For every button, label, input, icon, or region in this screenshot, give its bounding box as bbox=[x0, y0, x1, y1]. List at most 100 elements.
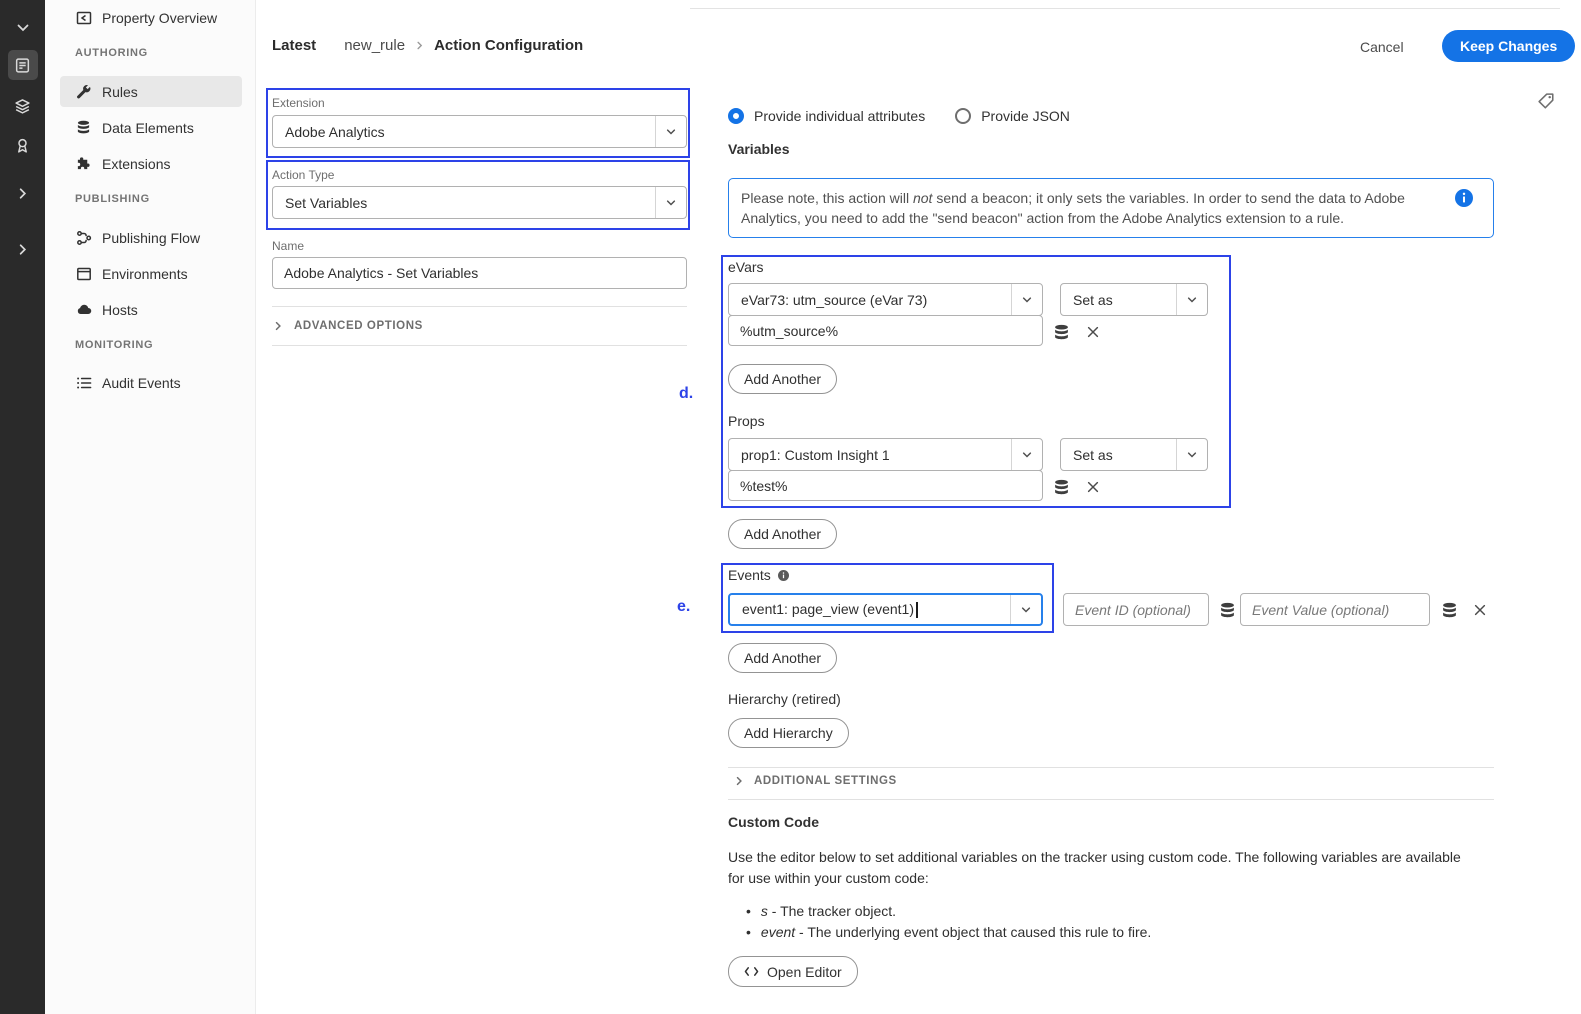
bullet-term: s bbox=[761, 903, 768, 919]
annotation-letter-d: d. bbox=[679, 385, 693, 403]
top-divider bbox=[690, 8, 1560, 9]
chevron-right-icon[interactable] bbox=[8, 234, 38, 264]
sidebar-item-label: Publishing Flow bbox=[102, 230, 200, 246]
prop-variable-select[interactable]: prop1: Custom Insight 1 bbox=[728, 438, 1043, 471]
app-window: Property Overview AUTHORING Rules Data E… bbox=[0, 0, 1581, 1014]
radio-provide-individual[interactable]: Provide individual attributes bbox=[728, 108, 925, 124]
remove-row-icon[interactable] bbox=[1083, 477, 1103, 497]
sidebar-item-hosts[interactable]: Hosts bbox=[45, 294, 256, 325]
beacon-notice: Please note, this action will not send a… bbox=[728, 178, 1494, 238]
chevron-down-icon bbox=[1011, 284, 1042, 315]
notes-tag-icon[interactable] bbox=[1536, 91, 1556, 111]
layers-icon[interactable] bbox=[8, 91, 38, 121]
chevron-right-icon bbox=[414, 40, 425, 51]
page-title: Action Configuration bbox=[434, 37, 583, 54]
cloud-icon bbox=[75, 301, 92, 318]
chevron-down-icon[interactable] bbox=[8, 13, 38, 43]
text-cursor bbox=[916, 602, 918, 618]
data-element-icon[interactable] bbox=[1217, 600, 1237, 620]
event-value-input[interactable] bbox=[1240, 593, 1430, 626]
chevron-down-icon bbox=[655, 187, 686, 218]
evars-heading: eVars bbox=[728, 259, 764, 275]
chevron-right-icon[interactable] bbox=[8, 178, 38, 208]
extension-select[interactable]: Adobe Analytics bbox=[272, 115, 687, 148]
data-element-icon[interactable] bbox=[1051, 477, 1071, 497]
advanced-options-accordion[interactable]: ADVANCED OPTIONS bbox=[272, 306, 687, 346]
remove-row-icon[interactable] bbox=[1470, 600, 1490, 620]
sidebar-item-label: Rules bbox=[102, 84, 138, 100]
sidebar-item-rules[interactable]: Rules bbox=[60, 76, 242, 107]
badge-icon[interactable] bbox=[8, 130, 38, 160]
sidebar-item-label: Hosts bbox=[102, 302, 138, 318]
bullet-icon: • bbox=[746, 924, 751, 940]
breadcrumb-version[interactable]: Latest bbox=[272, 37, 316, 54]
custom-code-heading: Custom Code bbox=[728, 814, 819, 830]
event-id-input[interactable] bbox=[1063, 593, 1209, 626]
bullet-icon: • bbox=[746, 903, 751, 919]
info-icon[interactable] bbox=[1455, 189, 1473, 207]
add-another-evar-button[interactable]: Add Another bbox=[728, 364, 837, 394]
radio-provide-json[interactable]: Provide JSON bbox=[955, 108, 1070, 124]
prop-variable-value: prop1: Custom Insight 1 bbox=[729, 447, 1011, 463]
sidebar-item-extensions[interactable]: Extensions bbox=[45, 148, 256, 179]
hierarchy-heading: Hierarchy (retired) bbox=[728, 691, 841, 707]
additional-settings-accordion[interactable]: ADDITIONAL SETTINGS bbox=[733, 775, 897, 787]
extension-puzzle-icon bbox=[75, 155, 92, 172]
breadcrumb-rule-name[interactable]: new_rule bbox=[344, 37, 405, 54]
keep-changes-button[interactable]: Keep Changes bbox=[1442, 30, 1575, 62]
sidebar-item-publishing-flow[interactable]: Publishing Flow bbox=[45, 222, 256, 253]
left-sidebar: Property Overview AUTHORING Rules Data E… bbox=[45, 0, 256, 1014]
sidebar-item-label: Property Overview bbox=[102, 10, 217, 26]
data-element-icon[interactable] bbox=[1439, 600, 1459, 620]
annotation-letter-e: e. bbox=[677, 598, 690, 616]
evar-mode-select[interactable]: Set as bbox=[1060, 283, 1208, 316]
sidebar-item-property-overview[interactable]: Property Overview bbox=[45, 2, 256, 33]
sidebar-item-label: Extensions bbox=[102, 156, 170, 172]
name-input[interactable] bbox=[272, 257, 687, 289]
add-hierarchy-button[interactable]: Add Hierarchy bbox=[728, 718, 849, 748]
prop-value-input[interactable] bbox=[728, 470, 1043, 501]
list-icon bbox=[75, 374, 92, 391]
tags-product-icon[interactable] bbox=[8, 50, 38, 80]
variables-heading: Variables bbox=[728, 141, 790, 157]
data-element-icon[interactable] bbox=[1051, 322, 1071, 342]
info-icon-small[interactable] bbox=[778, 570, 789, 581]
property-overview-icon bbox=[75, 9, 92, 26]
notice-emphasis: not bbox=[913, 190, 932, 206]
sidebar-item-label: Audit Events bbox=[102, 375, 181, 391]
action-type-field-label: Action Type bbox=[272, 168, 334, 182]
action-type-select[interactable]: Set Variables bbox=[272, 186, 687, 219]
chevron-down-icon bbox=[1176, 284, 1207, 315]
sidebar-section-monitoring: MONITORING bbox=[75, 339, 153, 351]
chevron-down-icon bbox=[1010, 595, 1041, 624]
code-icon bbox=[744, 965, 759, 978]
open-editor-label: Open Editor bbox=[767, 964, 842, 980]
sidebar-section-publishing: PUBLISHING bbox=[75, 193, 150, 205]
additional-settings-label: ADDITIONAL SETTINGS bbox=[754, 775, 897, 787]
open-editor-button[interactable]: Open Editor bbox=[728, 956, 858, 987]
extension-select-value: Adobe Analytics bbox=[273, 124, 655, 140]
wrench-icon bbox=[75, 83, 92, 100]
remove-row-icon[interactable] bbox=[1083, 322, 1103, 342]
chevron-right-icon bbox=[272, 320, 284, 332]
add-another-event-button[interactable]: Add Another bbox=[728, 643, 837, 673]
sidebar-section-authoring: AUTHORING bbox=[75, 47, 148, 59]
browser-window-icon bbox=[75, 265, 92, 282]
sidebar-item-label: Environments bbox=[102, 266, 188, 282]
chevron-down-icon bbox=[1011, 439, 1042, 470]
add-another-prop-button[interactable]: Add Another bbox=[728, 519, 837, 549]
sidebar-item-environments[interactable]: Environments bbox=[45, 258, 256, 289]
event-variable-select[interactable]: event1: page_view (event1) bbox=[728, 593, 1043, 626]
events-heading-row: Events bbox=[728, 567, 789, 583]
evar-value-input[interactable] bbox=[728, 315, 1043, 346]
events-heading: Events bbox=[728, 567, 771, 583]
cancel-button[interactable]: Cancel bbox=[1360, 39, 1404, 55]
evar-variable-select[interactable]: eVar73: utm_source (eVar 73) bbox=[728, 283, 1043, 316]
bullet-text: s - The tracker object. bbox=[761, 903, 896, 919]
sidebar-item-data-elements[interactable]: Data Elements bbox=[45, 112, 256, 143]
sidebar-item-label: Data Elements bbox=[102, 120, 194, 136]
sidebar-item-audit-events[interactable]: Audit Events bbox=[45, 367, 256, 398]
prop-mode-value: Set as bbox=[1061, 447, 1176, 463]
prop-mode-select[interactable]: Set as bbox=[1060, 438, 1208, 471]
custom-code-description: Use the editor below to set additional v… bbox=[728, 847, 1480, 889]
